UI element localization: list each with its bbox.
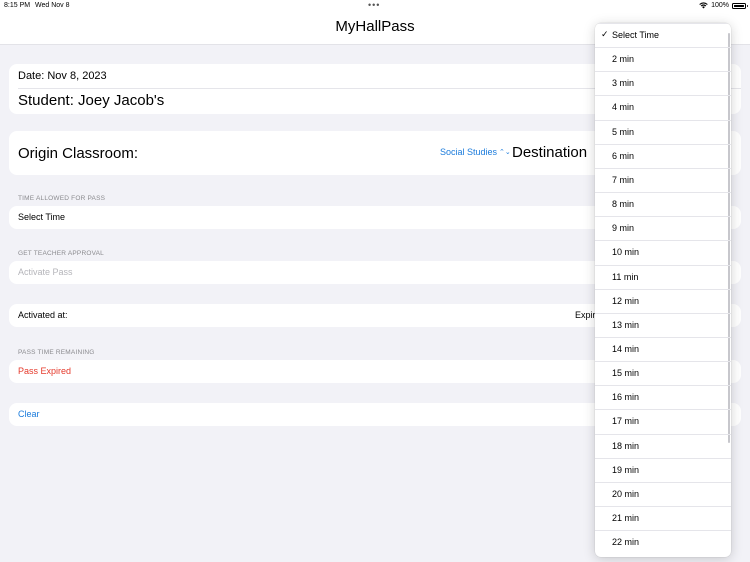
teacher-approval-header: GET TEACHER APPROVAL bbox=[18, 250, 104, 257]
time-menu-item-label: 12 min bbox=[612, 295, 640, 306]
time-menu-item-label: 11 min bbox=[612, 271, 639, 282]
student-name: Student: Joey Jacob's bbox=[18, 92, 165, 109]
chevron-updown-icon: ⌃⌄ bbox=[499, 148, 511, 156]
status-right: 100% bbox=[699, 2, 748, 9]
time-menu-item-label: 6 min bbox=[612, 150, 635, 161]
time-menu-item[interactable]: ✓ Select Time bbox=[595, 23, 731, 47]
time-menu-item-label: Select Time bbox=[612, 30, 660, 40]
time-menu-item[interactable]: 10 min bbox=[595, 240, 731, 264]
destination-label: Destination bbox=[512, 144, 588, 161]
time-menu-item-label: 14 min bbox=[612, 343, 640, 354]
activated-at-label: Activated at: bbox=[18, 310, 68, 320]
origin-picker-value: Social Studies bbox=[440, 147, 498, 157]
time-menu-item-label: 3 min bbox=[612, 78, 635, 89]
status-bar: 8:15 PM Wed Nov 8 ••• 100% bbox=[0, 0, 750, 14]
time-menu-item[interactable]: 15 min bbox=[595, 361, 731, 385]
time-menu-item[interactable]: 20 min bbox=[595, 481, 731, 506]
time-menu-item[interactable]: 16 min bbox=[595, 385, 731, 409]
origin-label: Origin Classroom: bbox=[18, 145, 139, 162]
time-menu-item-label: 8 min bbox=[612, 199, 635, 210]
time-menu-item[interactable]: 12 min bbox=[595, 288, 731, 313]
time-menu-item[interactable]: 7 min bbox=[595, 167, 731, 192]
time-menu-item[interactable]: 21 min bbox=[595, 506, 731, 530]
time-allowed-header: TIME ALLOWED FOR PASS bbox=[18, 195, 106, 202]
time-menu: ✓ Select Time 2 min 3 min 4 min 5 min 6 min 7 m… bbox=[595, 23, 731, 557]
time-menu-item[interactable]: 2 min bbox=[595, 47, 731, 71]
time-menu-item-label: 7 min bbox=[612, 174, 635, 185]
time-menu-item[interactable]: 4 min bbox=[595, 95, 731, 119]
time-menu-item-label: 15 min bbox=[612, 368, 640, 379]
status-time: 8:15 PM bbox=[4, 2, 31, 9]
time-select-value: Select Time bbox=[18, 212, 66, 222]
origin-picker[interactable]: Social Studies ⌃⌄ bbox=[440, 147, 511, 157]
pass-date: Date: Nov 8, 2023 bbox=[18, 70, 107, 82]
expires-label: Expir bbox=[575, 310, 596, 320]
pass-status: Pass Expired bbox=[18, 366, 72, 376]
time-menu-item-label: 10 min bbox=[612, 247, 640, 258]
clear-button[interactable]: Clear bbox=[18, 409, 40, 419]
time-menu-item[interactable]: 6 min bbox=[595, 143, 731, 168]
time-menu-item-label: 4 min bbox=[612, 102, 635, 113]
battery-icon bbox=[732, 2, 748, 9]
time-menu-item-label: 13 min bbox=[612, 319, 640, 330]
time-menu-item[interactable]: 11 min bbox=[595, 264, 731, 289]
time-menu-item[interactable]: 17 min bbox=[595, 409, 731, 433]
time-menu-item[interactable]: 5 min bbox=[595, 119, 731, 144]
time-menu-item-label: 16 min bbox=[612, 392, 640, 403]
checkmark-icon: ✓ bbox=[601, 29, 609, 39]
activate-pass-button[interactable]: Activate Pass bbox=[18, 267, 73, 277]
time-menu-item-label: 21 min bbox=[612, 513, 640, 523]
time-menu-item[interactable]: 3 min bbox=[595, 71, 731, 95]
time-menu-item-label: 19 min bbox=[612, 464, 640, 475]
time-menu-item-label: 18 min bbox=[612, 440, 640, 451]
time-menu-item[interactable]: 19 min bbox=[595, 457, 731, 482]
time-menu-item[interactable]: 18 min bbox=[595, 433, 731, 458]
time-menu-item-label: 5 min bbox=[612, 126, 635, 137]
wifi-icon bbox=[699, 2, 708, 9]
time-menu-item-label: 9 min bbox=[612, 223, 635, 234]
battery-percent: 100% bbox=[711, 2, 729, 9]
status-date: Wed Nov 8 bbox=[35, 2, 70, 9]
pass-remaining-header: PASS TIME REMAINING bbox=[18, 349, 95, 356]
time-menu-item[interactable]: 14 min bbox=[595, 336, 731, 361]
time-menu-item-label: 17 min bbox=[612, 416, 640, 427]
time-menu-item[interactable]: 13 min bbox=[595, 312, 731, 337]
time-menu-item-label: 20 min bbox=[612, 488, 640, 499]
time-menu-item-label: 22 min bbox=[612, 537, 640, 548]
multitasking-dots-icon[interactable]: ••• bbox=[368, 0, 380, 10]
time-menu-item[interactable]: 8 min bbox=[595, 192, 731, 216]
time-menu-item-label: 2 min bbox=[612, 54, 635, 65]
time-menu-item[interactable]: 22 min bbox=[595, 530, 731, 554]
time-menu-item[interactable]: 9 min bbox=[595, 216, 731, 240]
